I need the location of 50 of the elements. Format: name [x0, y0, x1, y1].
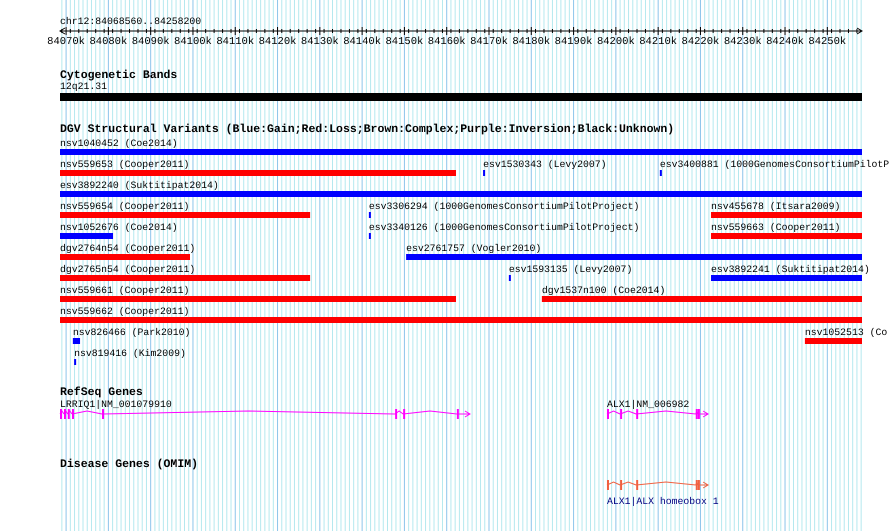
- variant-label: dgv2765n54 (Cooper2011): [60, 264, 196, 275]
- tick-label: 84180k: [512, 36, 550, 48]
- tick-label: 84250k: [808, 36, 846, 48]
- tick-label: 84120k: [258, 36, 296, 48]
- tick-label: 84210k: [639, 36, 678, 48]
- tick-label: 84190k: [554, 36, 592, 48]
- tick-label: 84220k: [682, 36, 720, 48]
- tick-label: 84150k: [386, 36, 424, 48]
- variant-label: esv1593135 (Levy2007): [508, 264, 632, 275]
- tick-label: 84160k: [428, 36, 466, 48]
- variant-label: nsv455678 (Itsara2009): [711, 201, 840, 212]
- tick-label: 84170k: [470, 36, 508, 48]
- variant-label: esv3306294 (1000GenomesConsortiumPilotProject): [368, 201, 640, 212]
- variant-label: nsv559663 (Cooper2011): [711, 222, 840, 233]
- variant-label: nsv559654 (Cooper2011): [60, 201, 190, 212]
- track-title: Cytogenetic Bands: [60, 69, 178, 82]
- gene-label: LRRIQ1|NM_001079910: [60, 399, 172, 410]
- variant-label: dgv1537n100 (Coe2014): [542, 285, 666, 296]
- gene-label: ALX1|NM_006982: [606, 399, 690, 410]
- ruler-title: chr12:84068560..84258200: [60, 16, 202, 27]
- tick-label: 84230k: [724, 36, 762, 48]
- band-label: 12q21.31: [60, 81, 108, 92]
- gene-label: ALX1|ALX homeobox 1: [606, 496, 719, 507]
- variant-label: nsv559661 (Cooper2011): [60, 285, 190, 296]
- variant-label: nsv819416 (Kim2009): [74, 348, 186, 359]
- variant-label: nsv1052513 (Co: [804, 327, 888, 338]
- tick-label: 84140k: [343, 36, 382, 48]
- tick-label: 84090k: [132, 36, 170, 48]
- tick-label: 84110k: [216, 36, 254, 48]
- track-title: DGV Structural Variants (Blue:Gain;Red:Loss;Brown:Complex;Purple:Inversion;Black:Unknown): [60, 123, 674, 136]
- variant-label: dgv2764n54 (Cooper2011): [60, 243, 196, 254]
- variant-label: esv3400881 (1000GenomesConsortiumPilotP: [660, 159, 890, 170]
- variant-label: esv3340126 (1000GenomesConsortiumPilotProject): [368, 222, 640, 233]
- variant-label: nsv826466 (Park2010): [72, 327, 190, 338]
- tick-label: 84070k: [47, 36, 85, 48]
- variant-label: esv3892240 (Suktitipat2014): [60, 180, 219, 191]
- variant-label: nsv559662 (Cooper2011): [60, 306, 190, 317]
- variant-label: esv1530343 (Levy2007): [483, 159, 607, 170]
- tick-label: 84200k: [596, 36, 635, 48]
- track-title: Disease Genes (OMIM): [60, 458, 198, 471]
- tick-label: 84130k: [300, 36, 339, 48]
- variant-label: esv2761757 (Vogler2010): [406, 243, 542, 254]
- variant-label: nsv559653 (Cooper2011): [60, 159, 190, 170]
- variant-label: esv3892241 (Suktitipat2014): [711, 264, 870, 275]
- tick-label: 84100k: [174, 36, 212, 48]
- tick-label: 84080k: [89, 36, 128, 48]
- tick-label: 84240k: [766, 36, 804, 48]
- variant-label: nsv1052676 (Coe2014): [60, 222, 178, 233]
- track-title: RefSeq Genes: [60, 386, 143, 399]
- variant-label: nsv1040452 (Coe2014): [60, 138, 178, 149]
